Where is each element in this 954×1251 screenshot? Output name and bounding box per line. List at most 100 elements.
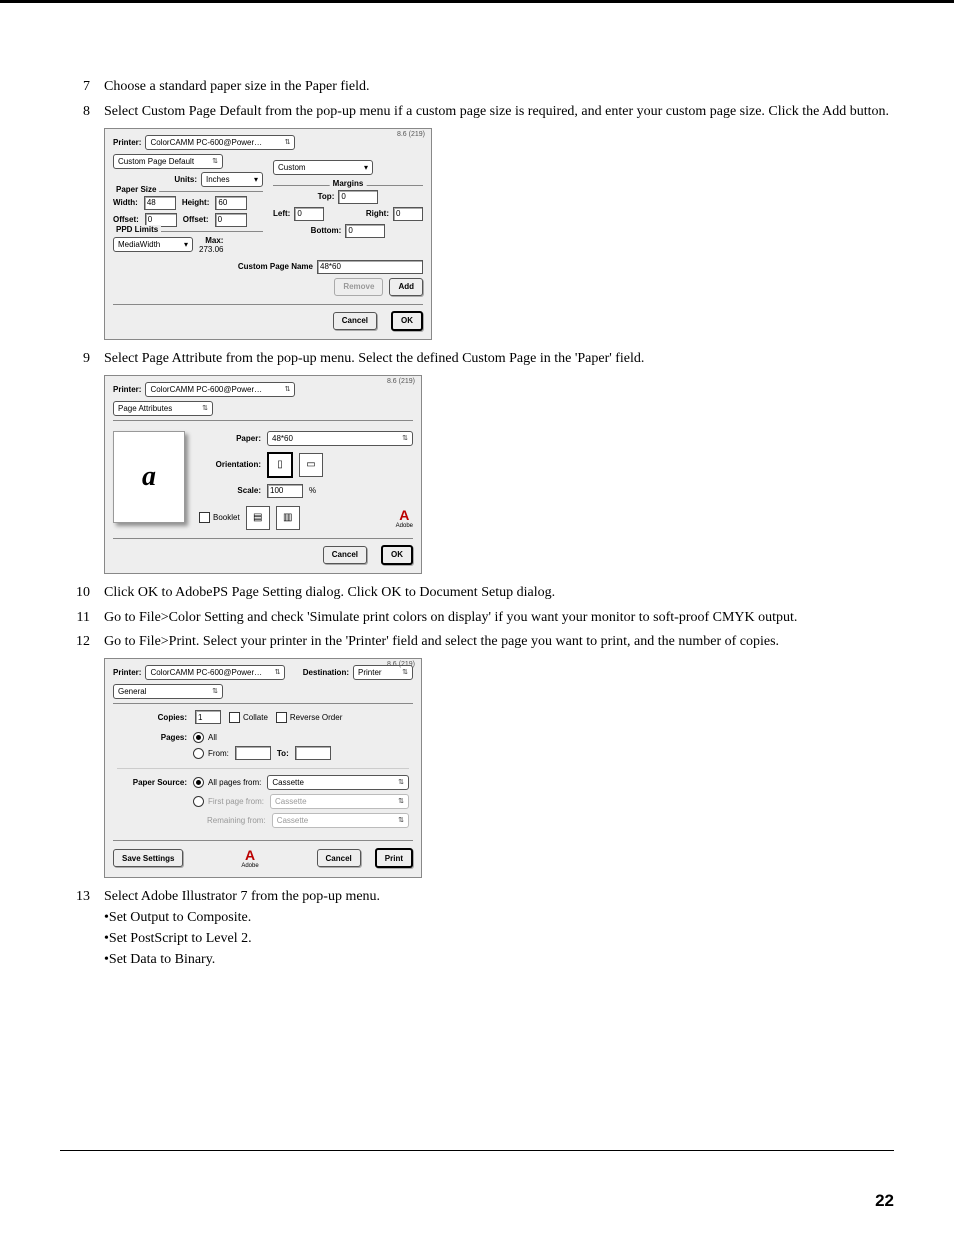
category-select[interactable]: Page Attributes ⇅ <box>113 401 213 416</box>
updown-icon: ⇅ <box>402 669 408 676</box>
units-select[interactable]: Inches ▾ <box>201 172 263 187</box>
booklet-layout1-icon[interactable]: ▤ <box>246 506 270 530</box>
category-value: Custom Page Default <box>118 157 194 166</box>
save-settings-button[interactable]: Save Settings <box>113 849 183 867</box>
step-text: Select Adobe Illustrator 7 from the pop-… <box>104 888 894 907</box>
copies-label: Copies: <box>117 713 187 722</box>
print-button[interactable]: Print <box>375 848 413 868</box>
updown-icon: ⇅ <box>285 139 291 146</box>
printer-value: ColorCAMM PC-600@Power… <box>150 138 262 147</box>
pagename-label: Custom Page Name <box>238 262 313 271</box>
allpages-radio[interactable]: All pages from: <box>193 777 261 788</box>
step-number: 11 <box>60 609 104 628</box>
top-input[interactable]: 0 <box>338 190 378 204</box>
updown-icon: ⇅ <box>285 386 291 393</box>
page-number: 22 <box>60 1191 894 1211</box>
from-input[interactable] <box>235 746 271 760</box>
adobe-label: Adobe <box>187 863 312 869</box>
step-number: 7 <box>60 78 104 97</box>
pages-all-radio[interactable]: All <box>193 732 217 743</box>
units-label: Units: <box>174 175 197 184</box>
printer-label: Printer: <box>113 138 141 147</box>
width-label: Width: <box>113 198 138 207</box>
step-number: 8 <box>60 103 104 122</box>
category-select[interactable]: General ⇅ <box>113 684 223 699</box>
custom-select[interactable]: Custom ▾ <box>273 160 373 175</box>
booklet-layout2-icon[interactable]: ▥ <box>276 506 300 530</box>
bottom-input[interactable]: 0 <box>345 224 385 238</box>
right-input[interactable]: 0 <box>393 207 423 221</box>
step-13: 13 Select Adobe Illustrator 7 from the p… <box>60 888 894 970</box>
updown-icon: ⇅ <box>212 158 218 165</box>
pages-range-radio[interactable]: From: <box>193 748 229 759</box>
orientation-landscape-icon[interactable]: ▭ <box>299 453 323 477</box>
page-attributes-dialog: 8.6 (219) Printer: ColorCAMM PC-600@Powe… <box>104 375 422 574</box>
ppd-select[interactable]: MediaWidth ▾ <box>113 237 193 252</box>
dropdown-icon: ▾ <box>364 163 368 172</box>
destination-label: Destination: <box>303 668 349 677</box>
max-label: Max: <box>205 236 223 245</box>
printer-select[interactable]: ColorCAMM PC-600@Power… ⇅ <box>145 382 295 397</box>
firstpage-radio[interactable]: First page from: <box>193 796 264 807</box>
remove-button[interactable]: Remove <box>334 278 383 296</box>
cancel-button[interactable]: Cancel <box>333 312 377 330</box>
bullet-data: •Set Data to Binary. <box>104 951 894 970</box>
cancel-button[interactable]: Cancel <box>317 849 361 867</box>
step-text: Click OK to AdobePS Page Setting dialog.… <box>104 584 894 603</box>
units-value: Inches <box>206 175 230 184</box>
page-preview: a <box>113 431 185 523</box>
scale-input[interactable]: 100 <box>267 484 303 498</box>
bullet-postscript: •Set PostScript to Level 2. <box>104 930 894 949</box>
step-number: 10 <box>60 584 104 603</box>
papersource-label: Paper Source: <box>117 778 187 787</box>
percent-label: % <box>309 486 316 495</box>
printer-label: Printer: <box>113 385 141 394</box>
ok-button[interactable]: OK <box>391 311 423 331</box>
bottom-label: Bottom: <box>311 226 342 235</box>
offset2-input[interactable]: 0 <box>215 213 247 227</box>
updown-icon: ⇅ <box>275 669 281 676</box>
collate-checkbox[interactable]: Collate <box>229 712 268 723</box>
updown-icon: ⇅ <box>398 779 404 786</box>
top-label: Top: <box>318 192 335 201</box>
adobe-label: Adobe <box>396 523 413 529</box>
adobe-logo-icon: A <box>245 847 255 863</box>
left-input[interactable]: 0 <box>294 207 324 221</box>
step-number: 12 <box>60 633 104 652</box>
cancel-button[interactable]: Cancel <box>323 546 367 564</box>
step-number: 13 <box>60 888 104 907</box>
printer-select[interactable]: ColorCAMM PC-600@Power… ⇅ <box>145 665 285 680</box>
step-text: Go to File>Print. Select your printer in… <box>104 633 894 652</box>
offset-label: Offset: <box>113 215 139 224</box>
paper-label: Paper: <box>199 434 261 443</box>
printer-select[interactable]: ColorCAMM PC-600@Power… ⇅ <box>145 135 295 150</box>
radio-off-icon <box>193 748 204 759</box>
booklet-checkbox[interactable]: Booklet <box>199 512 240 523</box>
step-text: Choose a standard paper size in the Pape… <box>104 78 894 97</box>
category-select[interactable]: Custom Page Default ⇅ <box>113 154 223 169</box>
custom-page-dialog: 8.6 (219) Printer: ColorCAMM PC-600@Powe… <box>104 128 432 340</box>
bullet-output: •Set Output to Composite. <box>104 909 894 928</box>
height-input[interactable]: 60 <box>215 196 247 210</box>
add-button[interactable]: Add <box>389 278 423 296</box>
remaining-source-select: Cassette ⇅ <box>272 813 409 828</box>
width-input[interactable]: 48 <box>144 196 176 210</box>
step-10: 10 Click OK to AdobePS Page Setting dial… <box>60 584 894 603</box>
dropdown-icon: ▾ <box>254 175 258 184</box>
height-label: Height: <box>182 198 210 207</box>
reverse-order-checkbox[interactable]: Reverse Order <box>276 712 342 723</box>
updown-icon: ⇅ <box>398 817 404 824</box>
ok-button[interactable]: OK <box>381 545 413 565</box>
allpages-source-select[interactable]: Cassette ⇅ <box>267 775 409 790</box>
to-input[interactable] <box>295 746 331 760</box>
step-11: 11 Go to File>Color Setting and check 'S… <box>60 609 894 628</box>
updown-icon: ⇅ <box>212 688 218 695</box>
checkbox-icon <box>276 712 287 723</box>
checkbox-icon <box>199 512 210 523</box>
paper-select[interactable]: 48*60 ⇅ <box>267 431 413 446</box>
copies-input[interactable]: 1 <box>195 710 221 724</box>
pagename-input[interactable]: 48*60 <box>317 260 423 274</box>
dialog-version: 8.6 (219) <box>387 661 415 668</box>
printer-label: Printer: <box>113 668 141 677</box>
orientation-portrait-icon[interactable]: ▯ <box>267 452 293 478</box>
